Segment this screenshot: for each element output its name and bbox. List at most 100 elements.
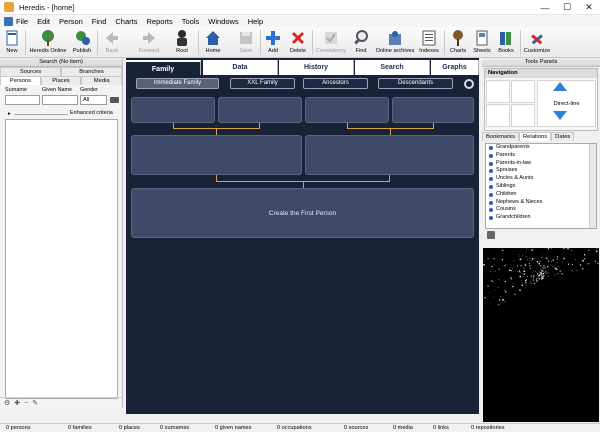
subtab-ancestors[interactable]: Ancestors [303,78,368,89]
find-button[interactable]: Find [351,28,371,57]
search-panel-actions: ⚙ ✚ − ✎ [0,397,123,408]
menu-help[interactable]: Help [248,17,263,26]
menu-bar: File Edit Person Find Charts Reports Too… [0,15,600,27]
paternal-grandmother-box[interactable] [218,97,302,123]
tab-graphs[interactable]: Graphs [431,60,479,75]
books-button[interactable]: Books [495,28,517,57]
relations-scrollbar[interactable] [589,144,596,228]
list-item[interactable]: Grandparents [486,144,596,152]
nav-cell-2[interactable] [511,80,535,103]
maternal-grandfather-box[interactable] [305,97,389,123]
list-item[interactable]: Nephews & Nieces [486,199,596,207]
subtab-descendants[interactable]: Descendants [378,78,453,89]
tab-dates[interactable]: Dates [551,132,575,141]
tab-bookmarks[interactable]: Bookmarks [482,132,519,141]
menu-file[interactable]: File [16,17,28,26]
family-view: Family Data History Search Graphs Immedi… [126,58,479,414]
home-icon [206,31,220,45]
arrow-down-icon[interactable] [553,111,567,120]
tools-panel: Tools Panels Navigation Direct-line Book… [482,58,600,428]
list-item[interactable]: Cousins [486,206,596,214]
list-item[interactable]: Spouses [486,167,596,175]
add-button[interactable]: Add [263,28,283,57]
tab-family[interactable]: Family [126,60,201,75]
menu-edit[interactable]: Edit [37,17,50,26]
books-icon [500,32,511,45]
chevron-right-icon: ▸ [8,111,11,117]
forward-button[interactable]: Forward [136,28,162,57]
status-media: 0 media [393,425,413,431]
add-icon[interactable]: ✚ [14,399,20,407]
menu-reports[interactable]: Reports [146,17,172,26]
settings-icon[interactable]: ⚙ [4,399,10,407]
clear-search-icon[interactable] [110,97,119,103]
charts-button[interactable]: Charts [447,28,469,57]
father-box[interactable] [131,135,302,175]
heredis-app-icon [4,2,14,12]
tab-media[interactable]: Media [81,76,123,85]
mother-box[interactable] [305,135,474,175]
root-button[interactable]: Root [171,28,193,57]
heredis-online-button[interactable]: Heredis Online [28,28,68,57]
list-item[interactable]: Parents-in-law [486,160,596,168]
delete-button[interactable]: Delete [287,28,309,57]
given-name-label: Given Name [42,87,72,93]
paternal-grandfather-box[interactable] [131,97,215,123]
tab-search[interactable]: Search [355,60,430,75]
new-file-icon [6,30,18,46]
main-tabs: Family Data History Search Graphs [126,60,479,75]
nav-cell-1[interactable] [486,80,510,103]
list-item[interactable]: Parents [486,152,596,160]
tab-branches[interactable]: Branches [61,67,122,76]
list-item[interactable]: Children [486,191,596,199]
tab-sources[interactable]: Sources [0,67,61,76]
list-item[interactable]: Grandchildren [486,214,596,222]
list-item[interactable]: Uncles & Aunts [486,175,596,183]
search-results-list[interactable] [5,119,118,399]
create-first-person-box[interactable]: Create the First Person [131,188,474,238]
tab-history[interactable]: History [279,60,354,75]
nav-cell-3[interactable] [486,104,510,127]
status-bar: 0 persons 0 families 0 places 0 surnames… [0,423,600,432]
tab-data[interactable]: Data [203,60,278,75]
gear-icon[interactable] [464,79,474,89]
gender-select[interactable]: All [80,95,107,105]
publish-button[interactable]: Publish [70,28,94,57]
subtab-xxl-family[interactable]: XXL Family [230,78,295,89]
close-button[interactable]: ✕ [578,0,600,15]
new-button[interactable]: New [2,28,22,57]
sheets-button[interactable]: Sheets [471,28,493,57]
customize-button[interactable]: Customize [523,28,551,57]
add-icon [266,31,280,45]
tab-persons[interactable]: Persons [0,76,41,85]
home-button[interactable]: Home [202,28,224,57]
relations-settings-icon[interactable] [487,231,495,239]
menu-windows[interactable]: Windows [208,17,238,26]
subtab-immediate-family[interactable]: Immediate Family [136,78,219,89]
starfield-preview [483,248,599,422]
maximize-button[interactable]: ☐ [556,0,578,15]
menu-charts[interactable]: Charts [115,17,137,26]
list-item[interactable]: Siblings [486,183,596,191]
edit-icon[interactable]: ✎ [32,399,38,407]
online-archives-button[interactable]: Online archives [375,28,415,57]
maternal-grandmother-box[interactable] [392,97,474,123]
surname-input[interactable] [5,95,40,105]
title-bar: Heredis - [home] — ☐ ✕ [0,0,600,15]
menu-find[interactable]: Find [92,17,107,26]
enhanced-criteria-toggle[interactable]: ▸ Enhanced criteria [0,110,122,118]
save-button[interactable]: Save [236,28,256,57]
tab-places[interactable]: Places [40,76,82,85]
indexes-button[interactable]: Indexes [418,28,440,57]
remove-icon[interactable]: − [24,400,28,407]
minimize-button[interactable]: — [534,0,556,15]
back-button[interactable]: Back [101,28,123,57]
given-name-input[interactable] [42,95,78,105]
status-persons: 0 persons [6,425,31,431]
tab-relations[interactable]: Relations [519,132,552,141]
window-title: Heredis - [home] [19,2,75,12]
menu-tools[interactable]: Tools [182,17,200,26]
nav-cell-4[interactable] [511,104,535,127]
consistency-button[interactable]: Consistency [315,28,347,57]
menu-person[interactable]: Person [59,17,83,26]
